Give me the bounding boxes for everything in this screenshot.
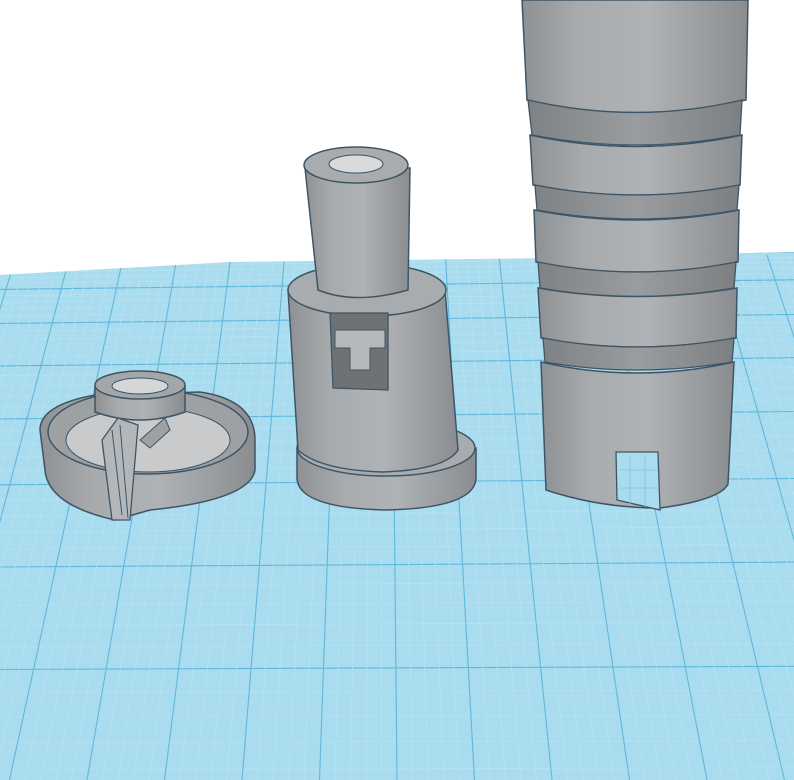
ribbed-tube-object[interactable]: [521, 0, 749, 511]
scene-canvas[interactable]: [0, 0, 794, 780]
stepped-cylinder-object[interactable]: [287, 146, 477, 511]
3d-viewport[interactable]: [0, 0, 794, 780]
